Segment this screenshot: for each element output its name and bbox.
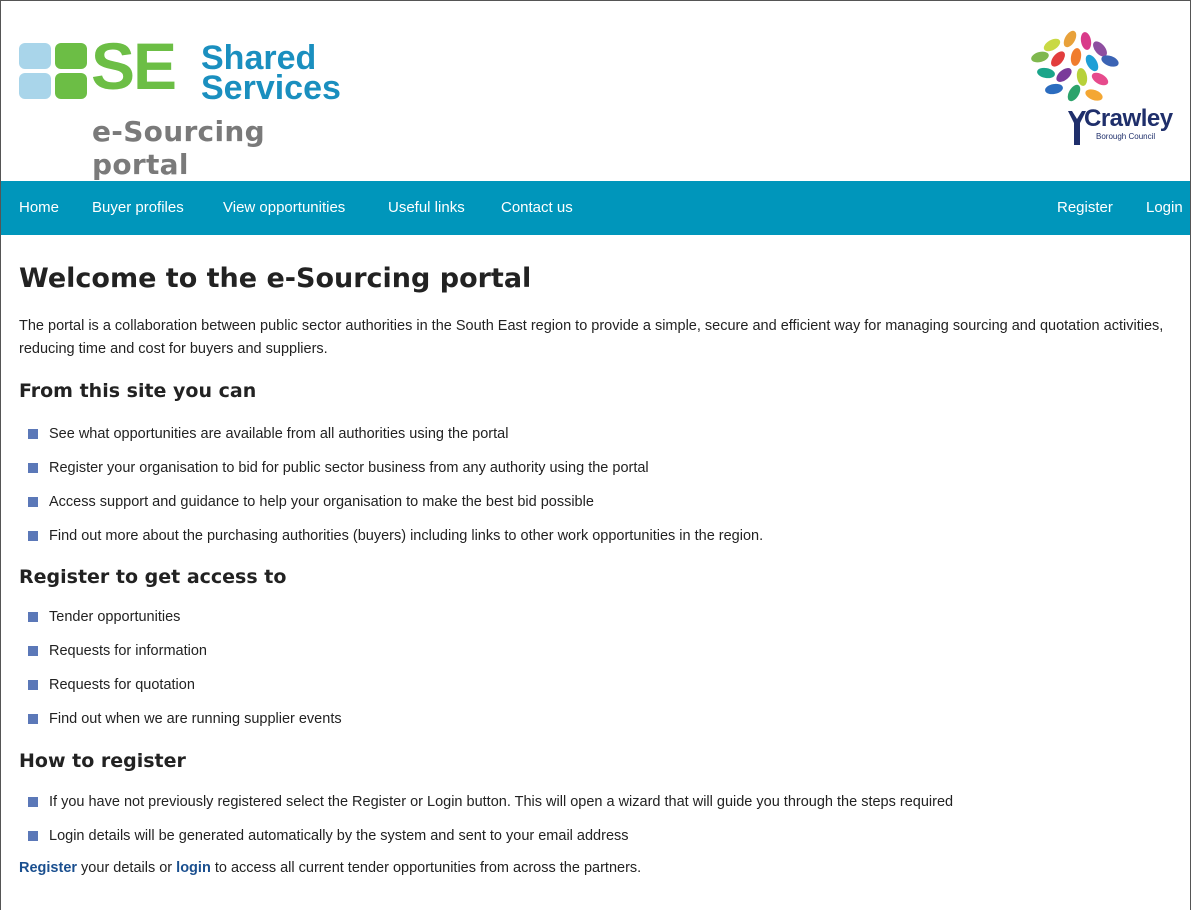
nav-view-opportunities[interactable]: View opportunities (223, 181, 345, 235)
bullet-square-icon (28, 797, 38, 807)
list-item: Requests for information (19, 634, 1179, 668)
bullet-square-icon (28, 831, 38, 841)
nav-register[interactable]: Register (1057, 181, 1113, 235)
list-item: Requests for quotation (19, 668, 1179, 702)
list-item: Tender opportunities (19, 600, 1179, 634)
crawley-council-logo[interactable]: Crawley Borough Council (1024, 27, 1184, 153)
nav-useful-links[interactable]: Useful links (388, 181, 465, 235)
se-squares-logo-icon (19, 43, 89, 101)
register-login-prompt: Register your details or login to access… (19, 860, 641, 876)
section-heading-site: From this site you can (19, 380, 257, 402)
bullet-square-icon (28, 497, 38, 507)
register-link[interactable]: Register (19, 860, 77, 876)
intro-paragraph: The portal is a collaboration between pu… (19, 318, 1164, 357)
list-item: See what opportunities are available fro… (19, 417, 1179, 451)
list-item: Find out when we are running supplier ev… (19, 702, 1179, 736)
list-item: Login details will be generated automati… (19, 819, 1179, 853)
se-shared-services-logo[interactable]: SE Shared Services e-Sourcing portal (19, 33, 359, 181)
list-item: Find out more about the purchasing autho… (19, 519, 1179, 553)
main-nav: Home Buyer profiles View opportunities U… (1, 181, 1190, 235)
nav-login[interactable]: Login (1146, 181, 1183, 235)
nav-home[interactable]: Home (19, 181, 59, 235)
list-access-items: Tender opportunities Requests for inform… (19, 600, 1179, 736)
section-heading-how-to-register: How to register (19, 750, 186, 772)
bullet-square-icon (28, 429, 38, 439)
list-site-capabilities: See what opportunities are available fro… (19, 417, 1179, 553)
footer-text-middle: your details or (77, 860, 177, 876)
nav-contact-us[interactable]: Contact us (501, 181, 573, 235)
bullet-square-icon (28, 680, 38, 690)
bullet-square-icon (28, 463, 38, 473)
se-logo-text: SE (91, 29, 177, 103)
page-title: Welcome to the e-Sourcing portal (19, 263, 532, 294)
list-register-steps: If you have not previously registered se… (19, 785, 1179, 853)
list-item: If you have not previously registered se… (19, 785, 1179, 819)
nav-buyer-profiles[interactable]: Buyer profiles (92, 181, 184, 235)
footer-text-end: to access all current tender opportuniti… (210, 860, 642, 876)
login-link[interactable]: login (176, 860, 211, 876)
site-header: SE Shared Services e-Sourcing portal Cra… (1, 1, 1190, 181)
list-item: Access support and guidance to help your… (19, 485, 1179, 519)
bullet-square-icon (28, 714, 38, 724)
page-frame: SE Shared Services e-Sourcing portal Cra… (0, 0, 1191, 910)
section-heading-access: Register to get access to (19, 566, 287, 588)
bullet-square-icon (28, 612, 38, 622)
list-item: Register your organisation to bid for pu… (19, 451, 1179, 485)
bullet-square-icon (28, 531, 38, 541)
portal-tagline: e-Sourcing portal (92, 115, 265, 181)
bullet-square-icon (28, 646, 38, 656)
se-logo-services-text: Services (201, 69, 341, 107)
crawley-logo-subtitle: Borough Council (1096, 132, 1156, 141)
crawley-logo-name: Crawley (1084, 105, 1173, 132)
